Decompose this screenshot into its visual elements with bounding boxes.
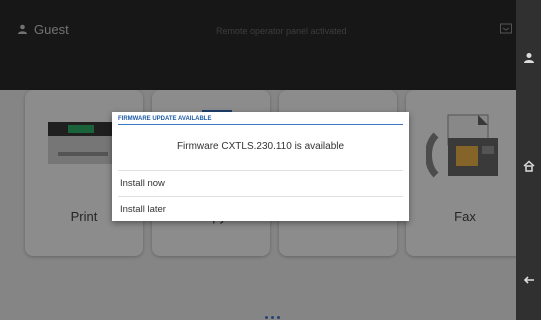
user-icon[interactable]	[523, 52, 535, 64]
divider	[118, 170, 403, 171]
dialog-title: FIRMWARE UPDATE AVAILABLE	[118, 116, 212, 122]
install-later-button[interactable]: Install later	[120, 200, 400, 218]
side-rail	[516, 0, 541, 320]
dialog-title-divider	[118, 124, 403, 125]
divider	[118, 196, 403, 197]
install-now-button[interactable]: Install now	[120, 174, 400, 192]
dialog-message: Firmware CXTLS.230.110 is available	[176, 141, 345, 152]
firmware-update-dialog: FIRMWARE UPDATE AVAILABLE Firmware CXTLS…	[112, 112, 409, 221]
back-icon[interactable]	[523, 274, 535, 286]
home-icon[interactable]	[523, 160, 535, 172]
